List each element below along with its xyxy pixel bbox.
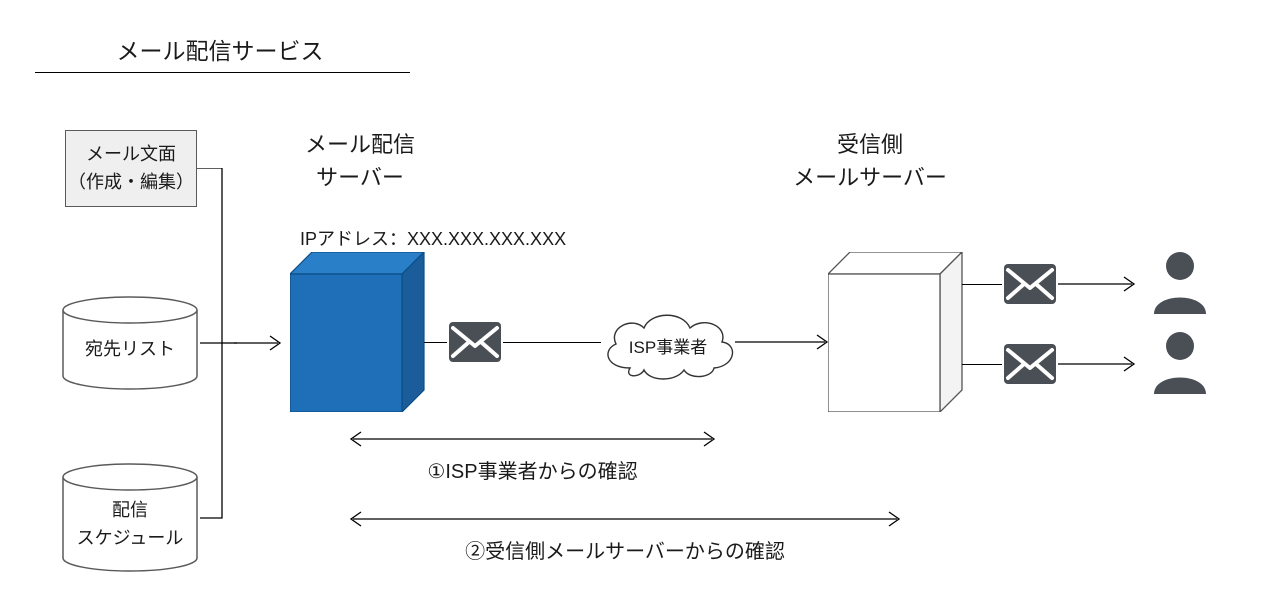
server-check-label: ②受信側メールサーバーからの確認 — [345, 535, 905, 564]
delivery-server-line2: サーバー — [270, 161, 450, 194]
receiving-server-title: 受信側 メールサーバー — [770, 128, 970, 194]
arrow-cloud-to-receiver — [735, 334, 835, 350]
isp-cloud-label: ISP事業者 — [598, 333, 738, 358]
line-recv-to-mail-top — [962, 284, 1002, 285]
ip-address-label: IPアドレス：XXX.XXX.XXX.XXX — [300, 225, 566, 251]
diagram-title: メール配信サービス — [60, 32, 380, 66]
server-check-arrow — [345, 510, 905, 528]
address-list-label: 宛先リスト — [60, 335, 200, 361]
receiving-server-line2: メールサーバー — [770, 161, 970, 194]
isp-check-arrow — [345, 430, 720, 448]
input-content-box: メール文面 （作成・編集） — [65, 130, 197, 207]
line-server-to-mail — [424, 342, 447, 343]
user-icon-top — [1150, 248, 1210, 316]
title-underline — [35, 72, 410, 73]
input-content-line1: メール文面 — [66, 141, 196, 169]
schedule-label: 配信 スケジュール — [60, 497, 200, 553]
delivery-server-line1: メール配信 — [270, 128, 450, 161]
receiving-server-line1: 受信側 — [770, 128, 970, 161]
schedule-line2: スケジュール — [60, 525, 200, 553]
arrow-mail-to-user-bottom — [1058, 356, 1142, 372]
envelope-icon-bottom — [1002, 342, 1058, 386]
envelope-icon-top — [1002, 262, 1058, 306]
line-mail-to-cloud — [503, 342, 601, 343]
input-connector-lines — [197, 168, 237, 523]
delivery-server-title: メール配信 サーバー — [270, 128, 450, 194]
line-recv-to-mail-bottom — [962, 364, 1002, 365]
receiving-server-icon — [828, 252, 968, 412]
user-icon-bottom — [1150, 328, 1210, 396]
delivery-server-icon — [290, 252, 430, 412]
arrow-mail-to-user-top — [1058, 276, 1142, 292]
arrow-to-delivery-server — [234, 335, 288, 351]
input-content-line2: （作成・編集） — [66, 169, 196, 197]
schedule-line1: 配信 — [60, 497, 200, 525]
isp-check-label: ①ISP事業者からの確認 — [345, 455, 720, 484]
envelope-icon — [447, 320, 503, 364]
